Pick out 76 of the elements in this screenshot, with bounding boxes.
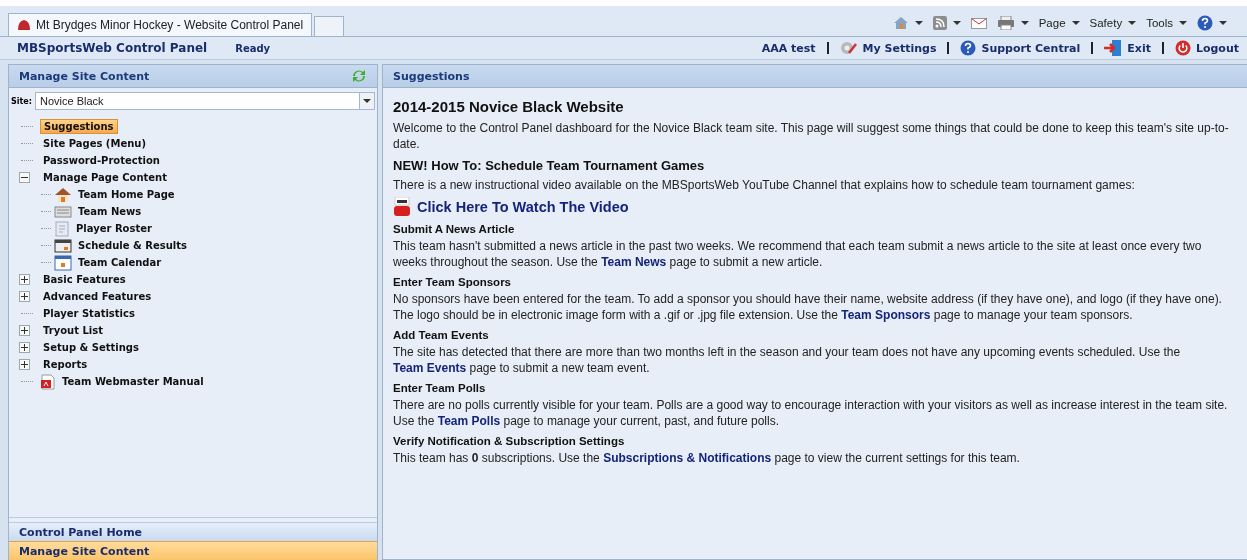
paragraph: There are no polls currently visible for your team. Polls are a good way to encourage interaction with your visitors as well as increase interest in the team site. Use the Team Polls page to manage your current, past, and future polls. xyxy=(393,397,1229,429)
section-heading: Add Team Events xyxy=(393,329,490,341)
print-button[interactable] xyxy=(996,16,1029,30)
header-link[interactable]: Exit xyxy=(1127,41,1151,55)
inline-link[interactable]: Team News xyxy=(601,255,667,269)
browser-tab[interactable]: Mt Brydges Minor Hockey - Website Control Panel xyxy=(8,13,313,36)
status-text: Ready xyxy=(235,42,271,54)
tree-item[interactable]: Reports xyxy=(40,358,91,371)
expand-toggle[interactable] xyxy=(19,325,30,336)
tree-item[interactable]: Schedule & Results xyxy=(75,239,190,252)
house-icon xyxy=(54,186,72,203)
expand-toggle[interactable] xyxy=(19,291,30,302)
inline-link[interactable]: Team Sponsors xyxy=(841,308,931,322)
wrench-gear-icon xyxy=(839,40,858,56)
tree-item[interactable]: Site Pages (Menu) xyxy=(40,137,149,150)
paragraph: This team hasn't submitted a news article in the past two weeks. We recommend that each team submit a news article to the site at least once every two weeks throughout the season. Use the Team News page to submit a new article. xyxy=(393,238,1203,270)
tree-item[interactable]: Tryout List xyxy=(40,324,106,337)
section-heading: Submit A News Article xyxy=(393,223,516,235)
paragraph: The site has detected that there are more than two months left in the season and your team does not have any upcoming events scheduled. Use the Team Events page to submit a new team event. xyxy=(393,344,1182,376)
expand-toggle[interactable] xyxy=(19,342,30,353)
subheading: NEW! How To: Schedule Team Tournament Games xyxy=(393,158,706,173)
home-button[interactable] xyxy=(892,16,923,30)
tree-item[interactable]: Basic Features xyxy=(40,273,129,286)
tree-item[interactable]: Team News xyxy=(75,205,145,218)
tree-item[interactable]: Team Calendar xyxy=(75,256,165,269)
paragraph: There is a new instructional video available on the MBSportsWeb YouTube Channel that explains how to schedule team tournament games: xyxy=(393,177,1136,193)
header-link[interactable]: Support Central xyxy=(981,41,1081,55)
tree-item[interactable]: Manage Page Content xyxy=(40,171,170,184)
paragraph: This team has 0 subscriptions. Use the Subscriptions & Notifications page to view the current settings for this team. xyxy=(393,450,1021,466)
header-link[interactable]: AAA test xyxy=(761,41,816,55)
video-icon xyxy=(393,197,411,217)
panel-title: Manage Site Content xyxy=(19,69,150,83)
toolbar-menu[interactable]: Safety xyxy=(1089,17,1137,29)
panel-title: Suggestions xyxy=(393,69,470,83)
tree-item[interactable]: Suggestions xyxy=(40,119,118,134)
tree-item[interactable]: Team Webmaster Manual xyxy=(59,375,207,388)
document-icon xyxy=(54,220,70,237)
expand-toggle[interactable] xyxy=(19,359,30,370)
video-link[interactable]: Click Here To Watch The Video xyxy=(417,199,629,215)
site-dropdown[interactable]: Novice Black xyxy=(34,92,375,110)
paragraph: No sponsors have been entered for the team. To add a sponsor you should have their name, website address (if they have one), and logo (if they have one). The logo should be in electronic image form with a .gif or .jpg file extension. Use the Team Sponsors page to manage your team sponsors. xyxy=(393,291,1223,323)
inline-link[interactable]: Team Events xyxy=(393,361,467,375)
pdf-icon xyxy=(40,373,56,390)
section-heading: Verify Notification & Subscription Settings xyxy=(393,435,626,447)
tree-item[interactable]: Player Statistics xyxy=(40,307,138,320)
inline-link[interactable]: Team Polls xyxy=(437,414,501,428)
accordion-header[interactable]: Control Panel Home xyxy=(9,522,377,541)
table-icon xyxy=(54,238,72,253)
header-link[interactable]: Logout xyxy=(1195,41,1239,55)
page-heading: 2014-2015 Novice Black Website xyxy=(393,98,625,115)
app-title: MBSportsWeb Control Panel xyxy=(17,41,208,55)
section-heading: Enter Team Polls xyxy=(393,382,487,394)
toolbar-menu[interactable]: Tools xyxy=(1146,17,1187,29)
calendar-icon xyxy=(54,254,72,271)
tree-item[interactable]: Advanced Features xyxy=(40,290,155,303)
tree-item[interactable]: Player Roster xyxy=(73,222,155,235)
site-label: Site: xyxy=(11,96,32,106)
tree-item[interactable]: Setup & Settings xyxy=(40,341,142,354)
accordion-header[interactable]: Manage Site Content xyxy=(9,541,377,560)
section-heading: Enter Team Sponsors xyxy=(393,276,512,288)
helmet-icon xyxy=(17,19,31,31)
inline-link[interactable]: Subscriptions & Notifications xyxy=(603,451,772,465)
power-icon xyxy=(1174,40,1191,56)
tree-item[interactable]: Password-Protection xyxy=(40,154,163,167)
expand-toggle[interactable] xyxy=(19,274,30,285)
feed-button[interactable] xyxy=(932,16,961,30)
paragraph: Welcome to the Control Panel dashboard for the Novice Black team site. This page will suggest some things that could be done to keep this team's site up-to-date. xyxy=(393,120,1230,152)
toolbar-menu[interactable]: Page xyxy=(1038,17,1080,29)
newspaper-icon xyxy=(54,204,72,219)
mail-button[interactable] xyxy=(970,17,987,29)
header-link[interactable]: My Settings xyxy=(862,41,937,55)
help-icon xyxy=(960,40,977,56)
help-button[interactable] xyxy=(1197,15,1227,31)
collapse-toggle[interactable] xyxy=(19,172,30,183)
exit-door-icon xyxy=(1104,40,1123,56)
tree-item[interactable]: Team Home Page xyxy=(75,188,178,201)
